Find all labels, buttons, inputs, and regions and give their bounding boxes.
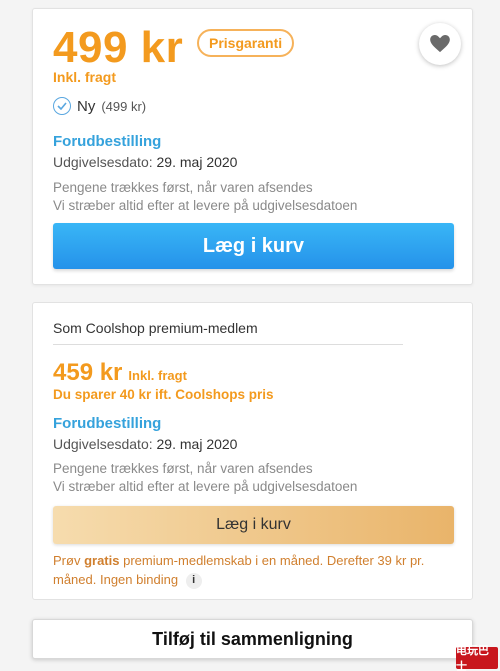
condition-price: (499 kr): [101, 98, 147, 114]
add-to-cart-button[interactable]: Læg i kurv: [53, 223, 454, 269]
premium-saving: Du sparer 40 kr ift. Coolshops pris: [53, 387, 274, 402]
premium-release-label: Udgivelsesdato:: [53, 436, 153, 452]
premium-trial-text: Prøv gratis premium-medlemskab i en måne…: [53, 551, 443, 589]
premium-price-row: 459 kr Inkl. fragt: [53, 359, 187, 387]
premium-price: 459 kr: [53, 359, 123, 386]
premium-payment-note-line1: Pengene trækkes først, når varen afsende…: [53, 461, 313, 476]
premium-payment-note-line2: Vi stræber altid efter at levere på udgi…: [53, 479, 358, 494]
check-icon: [53, 97, 71, 115]
preorder-label: Forudbestilling: [53, 133, 162, 150]
compare-button[interactable]: Tilføj til sammenligning: [32, 619, 473, 659]
trial-bold: gratis: [84, 553, 120, 568]
condition-label: Ny: [77, 97, 96, 115]
condition-option[interactable]: Ny (499 kr): [53, 97, 146, 115]
main-price: 499 kr: [53, 23, 184, 72]
release-info: Udgivelsesdato: 29. maj 2020: [53, 154, 237, 170]
main-offer-card: 499 kr Prisgaranti Inkl. fragt Ny (499 k…: [32, 8, 473, 285]
payment-note-line2: Vi stræber altid efter at levere på udgi…: [53, 198, 358, 213]
release-label: Udgivelsesdato:: [53, 154, 153, 170]
premium-preorder-label: Forudbestilling: [53, 415, 162, 432]
info-icon[interactable]: i: [185, 572, 202, 589]
payment-note: Pengene trækkes først, når varen afsende…: [53, 179, 357, 215]
prisgaranti-badge[interactable]: Prisgaranti: [197, 29, 295, 57]
release-date: 29. maj 2020: [156, 154, 238, 170]
favorite-button[interactable]: [419, 23, 461, 65]
premium-release-date: 29. maj 2020: [156, 436, 238, 452]
premium-offer-card: Som Coolshop premium-medlem 459 kr Inkl.…: [32, 302, 473, 600]
premium-divider: [53, 344, 403, 345]
premium-shipping-note: Inkl. fragt: [128, 368, 187, 383]
premium-title: Som Coolshop premium-medlem: [53, 320, 258, 336]
trial-prefix: Prøv: [53, 553, 81, 568]
premium-add-to-cart-button[interactable]: Læg i kurv: [53, 506, 454, 544]
watermark-logo: 电玩巴士: [456, 645, 498, 671]
payment-note-line1: Pengene trækkes først, når varen afsende…: [53, 180, 313, 195]
heart-icon: [430, 35, 450, 53]
premium-release-info: Udgivelsesdato: 29. maj 2020: [53, 436, 237, 452]
premium-payment-note: Pengene trækkes først, når varen afsende…: [53, 460, 357, 496]
shipping-note: Inkl. fragt: [53, 69, 117, 85]
